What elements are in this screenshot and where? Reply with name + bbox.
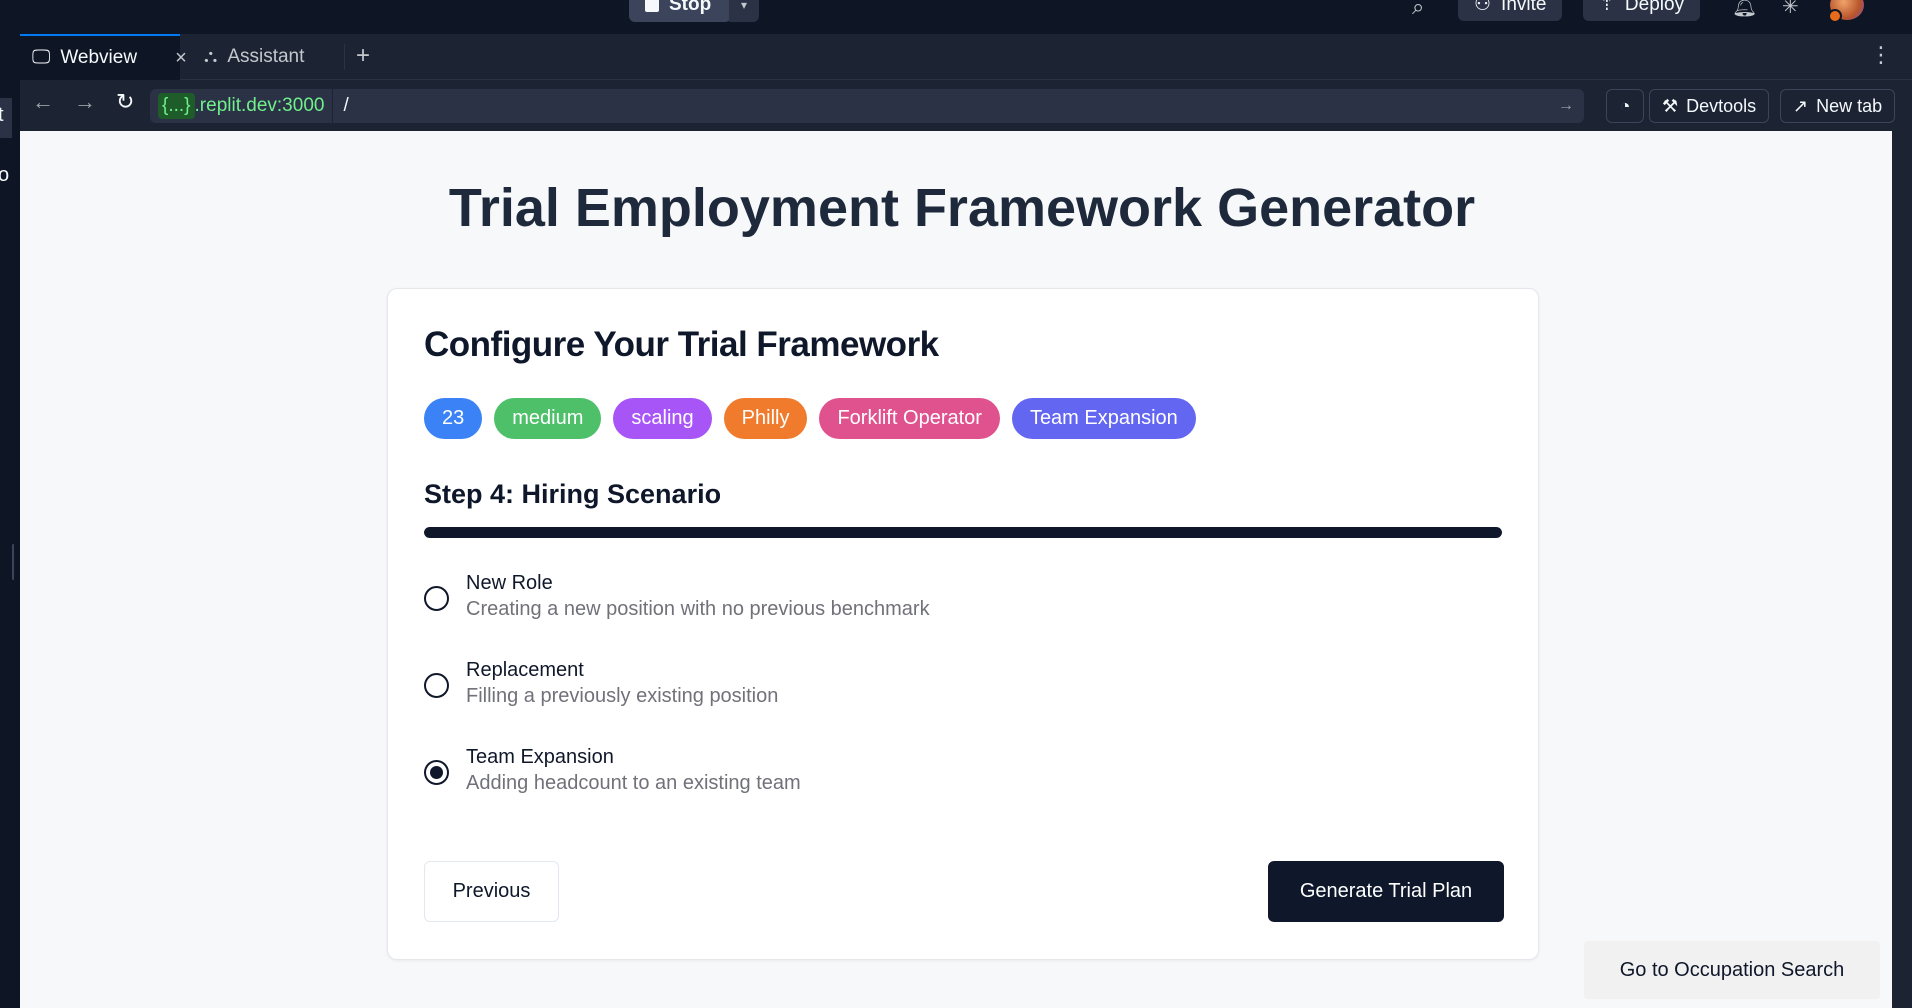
- stop-label: Stop: [669, 0, 712, 15]
- url-prefix: {...}: [158, 93, 195, 119]
- previous-button[interactable]: Previous: [424, 861, 559, 922]
- address-bar: ← → ↻ {...} .replit.dev:3000 / → ◔ ⚒ Dev…: [20, 81, 1912, 130]
- badge-stage: scaling: [613, 398, 712, 439]
- theme-button[interactable]: ◔: [1606, 89, 1644, 123]
- reload-icon[interactable]: ↻: [116, 89, 134, 115]
- badge-size: medium: [494, 398, 602, 439]
- option-label: Replacement: [466, 659, 584, 681]
- card-title: Configure Your Trial Framework: [424, 325, 939, 364]
- avatar-status-badge: [1828, 9, 1842, 23]
- forward-icon[interactable]: →: [74, 89, 96, 115]
- left-panel-text: t: [0, 104, 4, 126]
- close-icon[interactable]: ×: [175, 47, 187, 70]
- generate-trial-plan-button[interactable]: Generate Trial Plan: [1268, 861, 1504, 922]
- badge-scenario: Team Expansion: [1011, 398, 1196, 439]
- framework-card: Configure Your Trial Framework 23 medium…: [387, 288, 1539, 960]
- back-icon[interactable]: ←: [32, 89, 54, 115]
- radio-team-expansion[interactable]: [424, 760, 449, 785]
- selection-badges: 23 medium scaling Philly Forklift Operat…: [424, 398, 1196, 439]
- tab-divider: [344, 44, 345, 70]
- option-label: New Role: [466, 572, 553, 594]
- stop-button[interactable]: Stop: [629, 0, 732, 22]
- url-host: .replit.dev:3000: [194, 95, 325, 116]
- search-icon[interactable]: ⌕: [1412, 0, 1424, 20]
- left-panel-text: o: [0, 164, 10, 186]
- tab-bar: 🖵 Webview × ⛬ Assistant + ⋮: [20, 34, 1912, 80]
- option-replacement[interactable]: Replacement Filling a previously existin…: [424, 659, 1502, 746]
- url-input[interactable]: {...} .replit.dev:3000 / →: [150, 89, 1584, 123]
- devtools-button[interactable]: ⚒ Devtools: [1649, 89, 1770, 123]
- resize-handle[interactable]: [12, 544, 14, 580]
- monitor-icon: 🖵: [32, 47, 51, 68]
- option-label: Team Expansion: [466, 746, 614, 768]
- step-title: Step 4: Hiring Scenario: [424, 479, 722, 509]
- tab-label: Assistant: [227, 46, 305, 67]
- sparkle-icon[interactable]: ✳: [1782, 0, 1799, 19]
- badge-location: Philly: [723, 398, 808, 439]
- option-new-role[interactable]: New Role Creating a new position with no…: [424, 572, 1502, 659]
- user-icon: ⚇: [1474, 0, 1492, 15]
- url-path: /: [343, 95, 349, 116]
- wrench-icon: ⚒: [1662, 95, 1679, 116]
- deploy-button[interactable]: ⇡ Deploy: [1583, 0, 1701, 21]
- tab-assistant[interactable]: ⛬ Assistant: [192, 34, 332, 80]
- new-tab-label: New tab: [1816, 95, 1883, 116]
- radio-replacement[interactable]: [424, 673, 449, 698]
- scenario-options: New Role Creating a new position with no…: [424, 572, 1502, 833]
- workspace-header: Stop ▾ ⌕ ⚇ Invite ⇡ Deploy 🔔︎ ✳: [0, 0, 1912, 34]
- progress-fill: [424, 527, 1502, 538]
- tab-webview[interactable]: 🖵 Webview ×: [20, 34, 187, 80]
- option-team-expansion[interactable]: Team Expansion Adding headcount to an ex…: [424, 746, 1502, 833]
- webview-content: Trial Employment Framework Generator Con…: [20, 131, 1892, 1008]
- occupation-search-button[interactable]: Go to Occupation Search: [1584, 941, 1880, 999]
- option-description: Filling a previously existing position: [466, 685, 779, 707]
- option-description: Adding headcount to an existing team: [466, 772, 801, 794]
- new-tab-button[interactable]: ↗ New tab: [1780, 89, 1896, 123]
- stop-icon: [645, 0, 659, 12]
- tab-label: Webview: [60, 47, 138, 68]
- badge-age: 23: [424, 398, 483, 439]
- assistant-icon: ⛬: [204, 46, 218, 67]
- progress-bar: [424, 527, 1502, 538]
- url-divider: [332, 89, 334, 123]
- left-panel-edge: t o: [0, 34, 14, 1008]
- deploy-icon: ⇡: [1599, 0, 1615, 15]
- run-options-chevron-icon[interactable]: ▾: [729, 0, 759, 22]
- more-options-icon[interactable]: ⋮: [1870, 42, 1892, 68]
- page-title: Trial Employment Framework Generator: [448, 178, 1476, 238]
- external-link-icon: ↗: [1793, 95, 1809, 116]
- add-tab-icon[interactable]: +: [356, 42, 370, 70]
- radio-new-role[interactable]: [424, 586, 449, 611]
- devtools-label: Devtools: [1686, 95, 1757, 116]
- go-arrow-icon[interactable]: →: [1558, 97, 1574, 115]
- badge-occupation: Forklift Operator: [819, 398, 1000, 439]
- bell-icon[interactable]: 🔔︎: [1732, 0, 1757, 19]
- option-description: Creating a new position with no previous…: [466, 598, 930, 620]
- invite-button[interactable]: ⚇ Invite: [1458, 0, 1563, 21]
- deploy-label: Deploy: [1624, 0, 1685, 15]
- invite-label: Invite: [1501, 0, 1547, 15]
- palette-icon: ◔: [1619, 95, 1631, 116]
